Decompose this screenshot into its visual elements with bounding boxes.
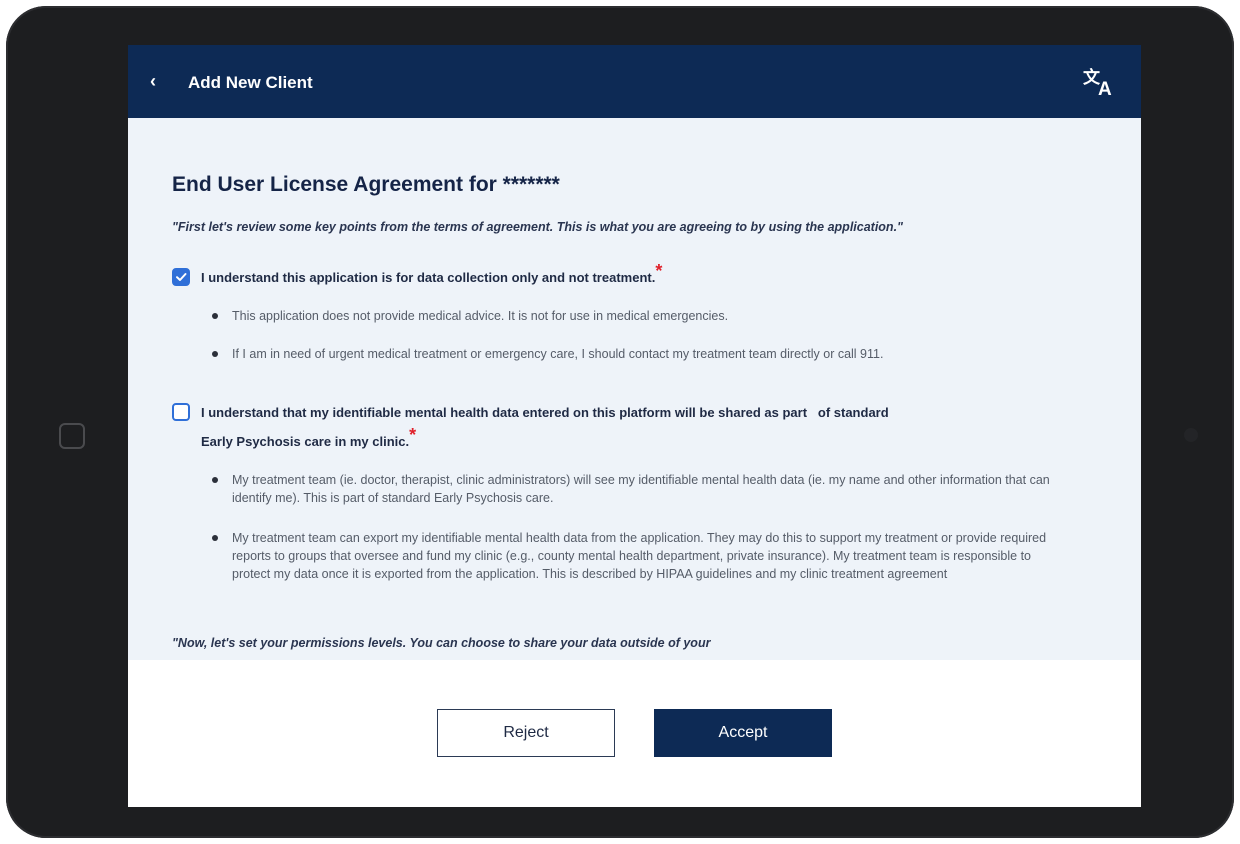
item-2-text-line2-wrap: Early Psychosis care in my clinic.*	[201, 425, 1041, 456]
required-mark: *	[409, 425, 417, 445]
bullet-dot	[212, 313, 218, 319]
bullet-text: If I am in need of urgent medical treatm…	[232, 347, 884, 361]
item-1-text: I understand this application is for dat…	[201, 270, 656, 285]
list-item: This application does not provide medica…	[212, 307, 1062, 325]
list-item: My treatment team (ie. doctor, therapist…	[212, 471, 1062, 507]
bullet-text: This application does not provide medica…	[232, 309, 729, 323]
item-2-text-line2: Early Psychosis care in my clinic.	[201, 434, 410, 449]
permissions-intro: "Now, let's set your permissions levels.…	[172, 636, 711, 650]
svg-text:A: A	[1098, 79, 1112, 97]
check-icon	[176, 273, 187, 281]
list-item: My treatment team can export my identifi…	[212, 529, 1062, 583]
translate-icon[interactable]: 文 A	[1083, 65, 1117, 97]
bullet-dot	[212, 477, 218, 483]
bullet-dot	[212, 351, 218, 357]
accept-button[interactable]: Accept	[654, 709, 832, 757]
page-title: Add New Client	[188, 73, 313, 92]
item-1-label: I understand this application is for dat…	[201, 261, 1001, 292]
list-item: If I am in need of urgent medical treatm…	[212, 345, 1062, 363]
agreement-title: End User License Agreement for *******	[172, 173, 560, 196]
app-screen: ‹ Add New Client 文 A End User License Ag…	[128, 45, 1141, 807]
camera	[1184, 428, 1198, 442]
bullet-dot	[212, 535, 218, 541]
app-header: ‹ Add New Client 文 A	[128, 45, 1141, 118]
reject-button[interactable]: Reject	[437, 709, 615, 757]
data-sharing-checkbox[interactable]	[172, 403, 190, 421]
home-button[interactable]	[59, 423, 85, 449]
agreement-intro: "First let's review some key points from…	[172, 220, 903, 234]
chevron-left-icon[interactable]: ‹	[150, 71, 156, 91]
agreement-content[interactable]: End User License Agreement for ******* "…	[128, 118, 1141, 660]
bullet-text: My treatment team (ie. doctor, therapist…	[232, 473, 1050, 505]
action-footer: Reject Accept	[128, 660, 1141, 807]
data-collection-checkbox[interactable]	[172, 268, 190, 286]
item-2-label: I understand that my identifiable mental…	[201, 398, 1041, 456]
item-2-text-line1: I understand that my identifiable mental…	[201, 405, 889, 420]
bullet-text: My treatment team can export my identifi…	[232, 531, 1047, 581]
required-mark: *	[655, 261, 663, 281]
